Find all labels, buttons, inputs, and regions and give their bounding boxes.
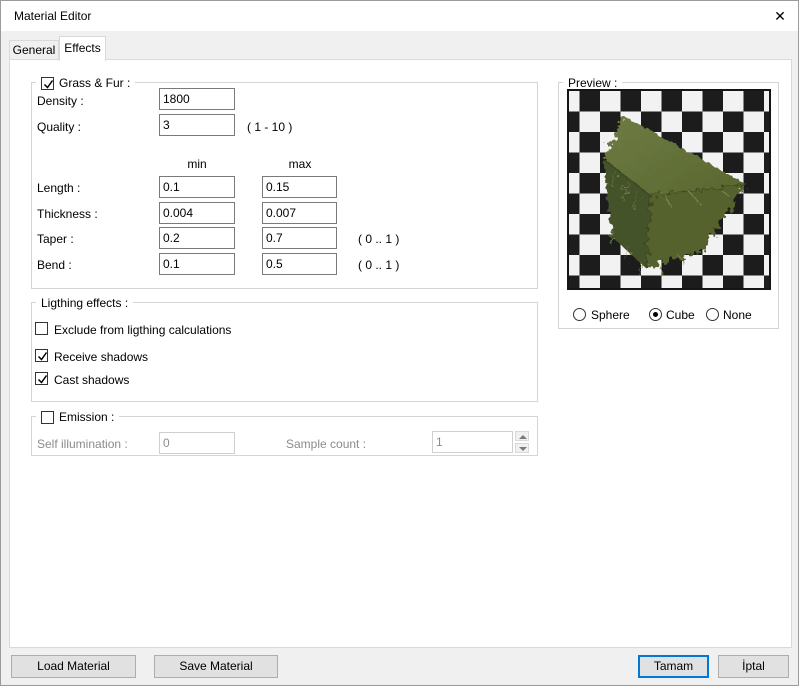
load-material-button[interactable]: Load Material xyxy=(11,655,136,678)
thickness-min-input[interactable] xyxy=(159,202,235,224)
emission-legend-label: Emission : xyxy=(59,410,115,424)
ok-button[interactable]: Tamam xyxy=(638,655,709,678)
density-input[interactable] xyxy=(159,88,235,110)
cast-shadows-label: Cast shadows xyxy=(54,373,130,387)
radio-sphere-label: Sphere xyxy=(591,308,630,322)
emission-checkbox[interactable] xyxy=(41,410,54,424)
material-editor-dialog: Material Editor ✕ General Effects Grass … xyxy=(0,0,799,686)
checkmark-icon xyxy=(37,352,48,361)
bend-max-input[interactable] xyxy=(262,253,337,275)
save-material-button[interactable]: Save Material xyxy=(154,655,278,678)
density-label: Density : xyxy=(37,94,84,108)
radio-none[interactable] xyxy=(706,308,719,321)
taper-range-hint: ( 0 .. 1 ) xyxy=(358,232,400,246)
self-illumination-label: Self illumination : xyxy=(37,437,128,451)
length-min-input[interactable] xyxy=(159,176,235,198)
bend-range-hint: ( 0 .. 1 ) xyxy=(358,258,400,272)
tab-effects[interactable]: Effects xyxy=(59,36,106,61)
thickness-label: Thickness : xyxy=(37,207,98,221)
material-preview-image xyxy=(567,89,771,290)
lighting-effects-legend-label: Ligthing effects : xyxy=(41,296,129,310)
radio-none-label: None xyxy=(723,308,752,322)
radio-sphere[interactable] xyxy=(573,308,586,321)
spinner-up-icon[interactable] xyxy=(515,431,529,441)
quality-range-hint: ( 1 - 10 ) xyxy=(247,120,293,134)
self-illumination-input xyxy=(159,432,235,454)
grass-cube-render xyxy=(602,116,747,276)
quality-input[interactable] xyxy=(159,114,235,136)
column-header-min: min xyxy=(187,157,207,171)
column-header-max: max xyxy=(288,157,312,171)
tab-general[interactable]: General xyxy=(9,40,59,59)
bend-label: Bend : xyxy=(37,258,72,272)
exclude-lighting-checkbox[interactable] xyxy=(35,322,48,335)
cast-shadows-checkbox[interactable] xyxy=(35,372,48,385)
exclude-lighting-label: Exclude from ligthing calculations xyxy=(54,323,232,337)
taper-min-input[interactable] xyxy=(159,227,235,249)
grass-fur-legend-label: Grass & Fur : xyxy=(59,76,131,90)
window-title: Material Editor xyxy=(14,9,92,23)
taper-label: Taper : xyxy=(37,232,74,246)
radio-cube-label: Cube xyxy=(666,308,695,322)
taper-max-input[interactable] xyxy=(262,227,337,249)
grass-fur-checkbox[interactable] xyxy=(41,76,54,90)
preview-legend-label: Preview : xyxy=(568,76,618,90)
spinner-down-icon[interactable] xyxy=(515,443,529,453)
receive-shadows-label: Receive shadows xyxy=(54,350,149,364)
length-label: Length : xyxy=(37,181,81,195)
sample-count-label: Sample count : xyxy=(286,437,367,451)
cancel-button[interactable]: İptal xyxy=(718,655,789,678)
radio-cube[interactable] xyxy=(649,308,662,321)
bend-min-input[interactable] xyxy=(159,253,235,275)
title-bar: Material Editor ✕ xyxy=(1,1,798,31)
close-icon[interactable]: ✕ xyxy=(769,6,791,26)
receive-shadows-checkbox[interactable] xyxy=(35,349,48,362)
thickness-max-input[interactable] xyxy=(262,202,337,224)
sample-count-spinner xyxy=(515,431,529,453)
length-max-input[interactable] xyxy=(262,176,337,198)
checkmark-icon xyxy=(37,375,48,384)
quality-label: Quality : xyxy=(37,120,82,134)
checkmark-icon xyxy=(43,79,54,89)
sample-count-input xyxy=(432,431,513,453)
